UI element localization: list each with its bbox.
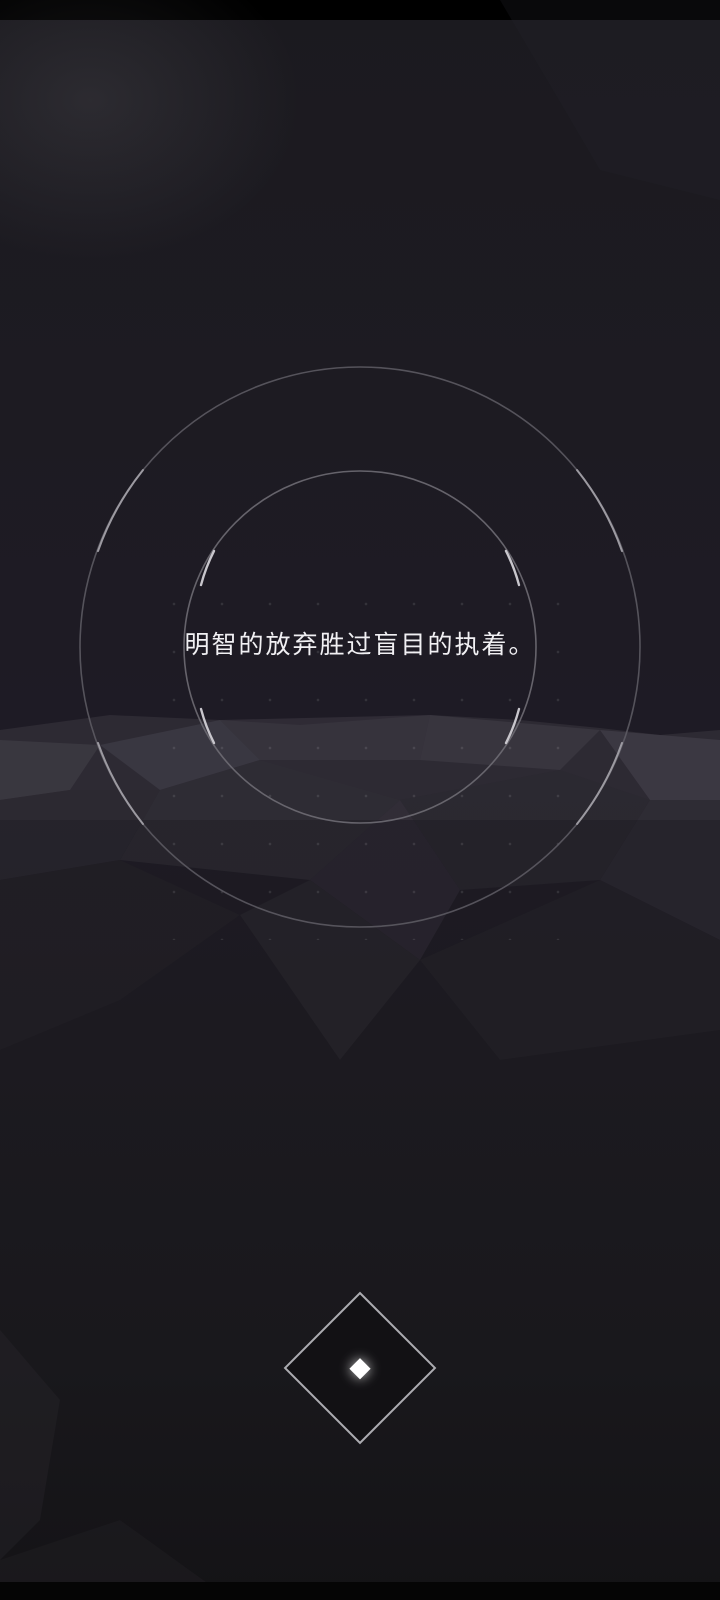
navigation-bar <box>0 1582 720 1600</box>
diamond-icon <box>349 1358 371 1380</box>
quote-text: 明智的放弃胜过盲目的执着。 <box>184 630 536 659</box>
screen: 明智的放弃胜过盲目的执着。 <box>0 0 720 1600</box>
